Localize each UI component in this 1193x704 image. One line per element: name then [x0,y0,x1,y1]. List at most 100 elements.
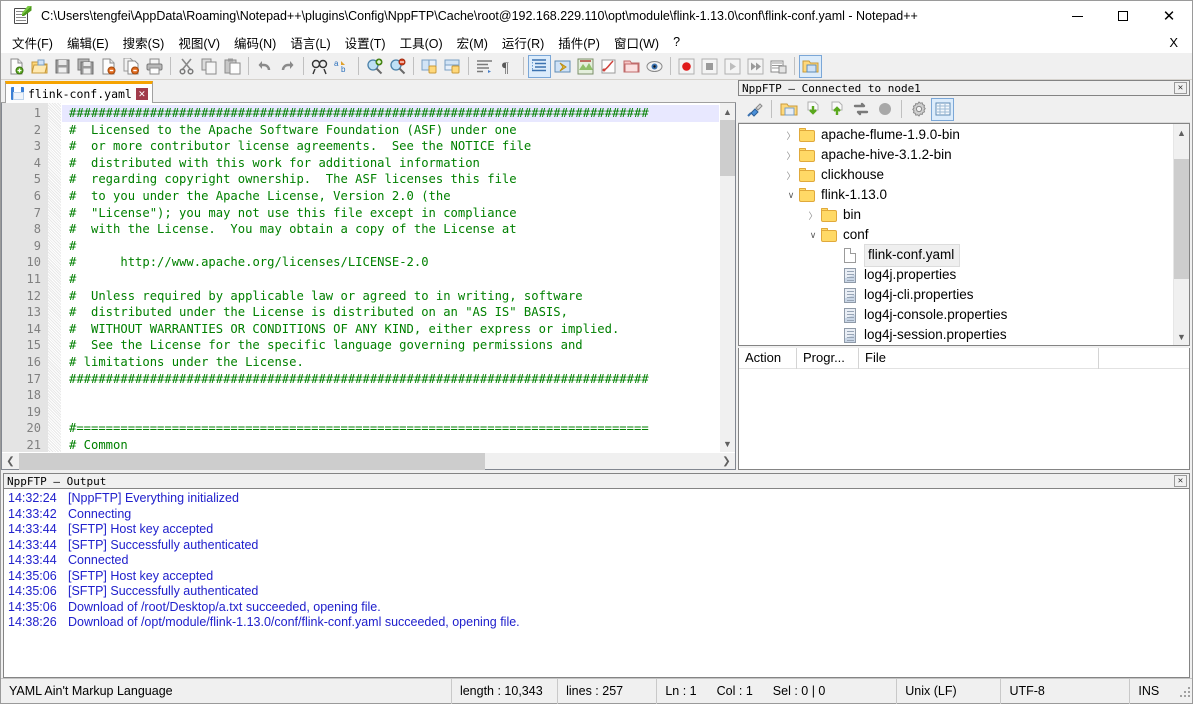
tree-item-apache-flume-1-9-0-bin[interactable]: 〉 apache-flume-1.9.0-bin [739,125,1173,145]
tab-close-icon[interactable]: ✕ [135,87,148,100]
tree-item-conf[interactable]: ∨ conf [739,225,1173,245]
close-document-button[interactable]: X [1169,35,1192,50]
menu-item-file[interactable]: 文件(F) [5,31,60,54]
menu-item-plugins[interactable]: 插件(P) [551,31,607,54]
hscroll-track[interactable] [19,452,718,470]
scroll-right-icon[interactable]: ❯ [718,453,735,470]
tree-item-flink-conf-yaml[interactable]: flink-conf.yaml [739,243,1173,267]
save-icon[interactable] [51,55,74,78]
redo-icon[interactable] [276,55,299,78]
scroll-left-icon[interactable]: ❮ [2,453,19,470]
messages-icon[interactable] [931,97,954,121]
menu-item-language[interactable]: 语言(L) [283,31,337,54]
document-map-icon[interactable] [574,55,597,78]
save-all-icon[interactable] [74,55,97,78]
tree-item-apache-hive-3-1-2-bin[interactable]: 〉 apache-hive-3.1.2-bin [739,145,1173,165]
status-eol[interactable]: Unix (LF) [897,678,1002,704]
sync-horizontal-scroll-icon[interactable] [441,55,464,78]
status-insert-mode[interactable]: INS [1130,679,1176,704]
save-macro-icon[interactable] [767,55,790,78]
menu-item-search[interactable]: 搜索(S) [116,31,172,54]
nppftp-close-icon[interactable]: ✕ [1174,82,1187,94]
tree-vscroll-thumb[interactable] [1173,159,1189,279]
status-language[interactable]: YAML Ain't Markup Language [1,678,452,704]
hscroll-thumb[interactable] [19,452,485,470]
vscroll-track[interactable] [719,120,735,435]
replace-icon[interactable]: ab [331,55,354,78]
find-icon[interactable] [308,55,331,78]
open-file-icon[interactable] [28,55,51,78]
menu-item-macro[interactable]: 宏(M) [450,31,495,54]
minimize-button[interactable] [1054,1,1100,32]
scroll-up-icon[interactable]: ▲ [720,103,736,120]
tree-item-log4j-properties[interactable]: log4j.properties [739,265,1173,285]
chevron-down-icon[interactable]: ∨ [783,190,799,201]
copy-icon[interactable] [198,55,221,78]
tree-scroll-down-icon[interactable]: ▼ [1174,328,1190,345]
tree-item-bin[interactable]: 〉 bin [739,205,1173,225]
record-macro-icon[interactable] [675,55,698,78]
function-list-icon[interactable] [597,55,620,78]
tree-scroll-up-icon[interactable]: ▲ [1174,124,1190,141]
editor-horizontal-scrollbar[interactable]: ❮ ❯ [2,452,735,470]
paste-icon[interactable] [221,55,244,78]
zoom-out-icon[interactable] [386,55,409,78]
sync-vertical-scroll-icon[interactable] [418,55,441,78]
connect-icon[interactable] [743,98,766,121]
menu-item-window[interactable]: 窗口(W) [607,31,666,54]
undo-icon[interactable] [253,55,276,78]
queue-column-file[interactable]: File [859,347,1099,369]
settings-icon[interactable] [907,98,930,121]
close-all-icon[interactable] [120,55,143,78]
open-directory-icon[interactable] [777,98,800,121]
remote-tree-list[interactable]: 〉 apache-flume-1.9.0-bin 〉 apache-hive-3.1.… [739,124,1173,345]
run-icon[interactable] [799,54,822,78]
tree-vertical-scrollbar[interactable]: ▲ ▼ [1173,124,1189,345]
tree-item-flink-1-13-0[interactable]: ∨ flink-1.13.0 [739,185,1173,205]
indent-guide-icon[interactable] [528,54,551,78]
tree-item-log4j-cli-properties[interactable]: log4j-cli.properties [739,285,1173,305]
close-button[interactable]: ✕ [1146,1,1192,32]
menu-item-run[interactable]: 运行(R) [495,31,551,54]
folder-as-workspace-icon[interactable] [620,55,643,78]
run-macro-multiple-icon[interactable] [744,55,767,78]
code-text-area[interactable]: ########################################… [62,103,719,452]
close-file-icon[interactable] [97,55,120,78]
menu-item-settings[interactable]: 设置(T) [338,31,393,54]
chevron-right-icon[interactable]: 〉 [805,209,821,222]
tree-item-log4j-console-properties[interactable]: log4j-console.properties [739,305,1173,325]
menu-item-help[interactable]: ? [666,33,687,51]
user-defined-dialog-icon[interactable] [551,55,574,78]
print-icon[interactable] [143,55,166,78]
license-url-link[interactable]: http://www.apache.org/licenses/LICENSE-2… [120,255,428,269]
monitoring-icon[interactable] [643,55,666,78]
abort-icon[interactable] [873,98,896,121]
chevron-right-icon[interactable]: 〉 [783,129,799,142]
chevron-right-icon[interactable]: 〉 [783,149,799,162]
chevron-down-icon[interactable]: ∨ [805,230,821,241]
tab-flink-conf-yaml[interactable]: flink-conf.yaml ✕ [5,81,153,103]
scroll-down-icon[interactable]: ▼ [720,435,736,452]
download-icon[interactable] [801,98,824,121]
refresh-icon[interactable] [849,98,872,121]
queue-column-extra[interactable] [1099,348,1189,369]
output-close-icon[interactable]: ✕ [1174,475,1187,487]
new-file-icon[interactable] [5,55,28,78]
status-encoding[interactable]: UTF-8 [1001,678,1131,704]
resize-grip[interactable] [1176,683,1192,699]
tree-item-clickhouse[interactable]: 〉 clickhouse [739,165,1173,185]
menu-item-edit[interactable]: 编辑(E) [60,31,116,54]
output-log-list[interactable]: 14:32:24 [NppFTP] Everything initialized 1… [3,489,1190,678]
menu-item-encoding[interactable]: 编码(N) [227,31,283,54]
word-wrap-icon[interactable] [473,55,496,78]
tree-item-log4j-session-properties[interactable]: log4j-session.properties [739,325,1173,345]
cut-icon[interactable] [175,55,198,78]
stop-recording-icon[interactable] [698,55,721,78]
chevron-right-icon[interactable]: 〉 [783,169,799,182]
menu-item-view[interactable]: 视图(V) [171,31,227,54]
menu-item-tools[interactable]: 工具(O) [393,31,450,54]
tree-vscroll-track[interactable] [1173,141,1189,328]
editor-vertical-scrollbar[interactable]: ▲ ▼ [719,103,735,452]
show-all-characters-icon[interactable]: ¶ [496,55,519,78]
maximize-button[interactable] [1100,1,1146,32]
